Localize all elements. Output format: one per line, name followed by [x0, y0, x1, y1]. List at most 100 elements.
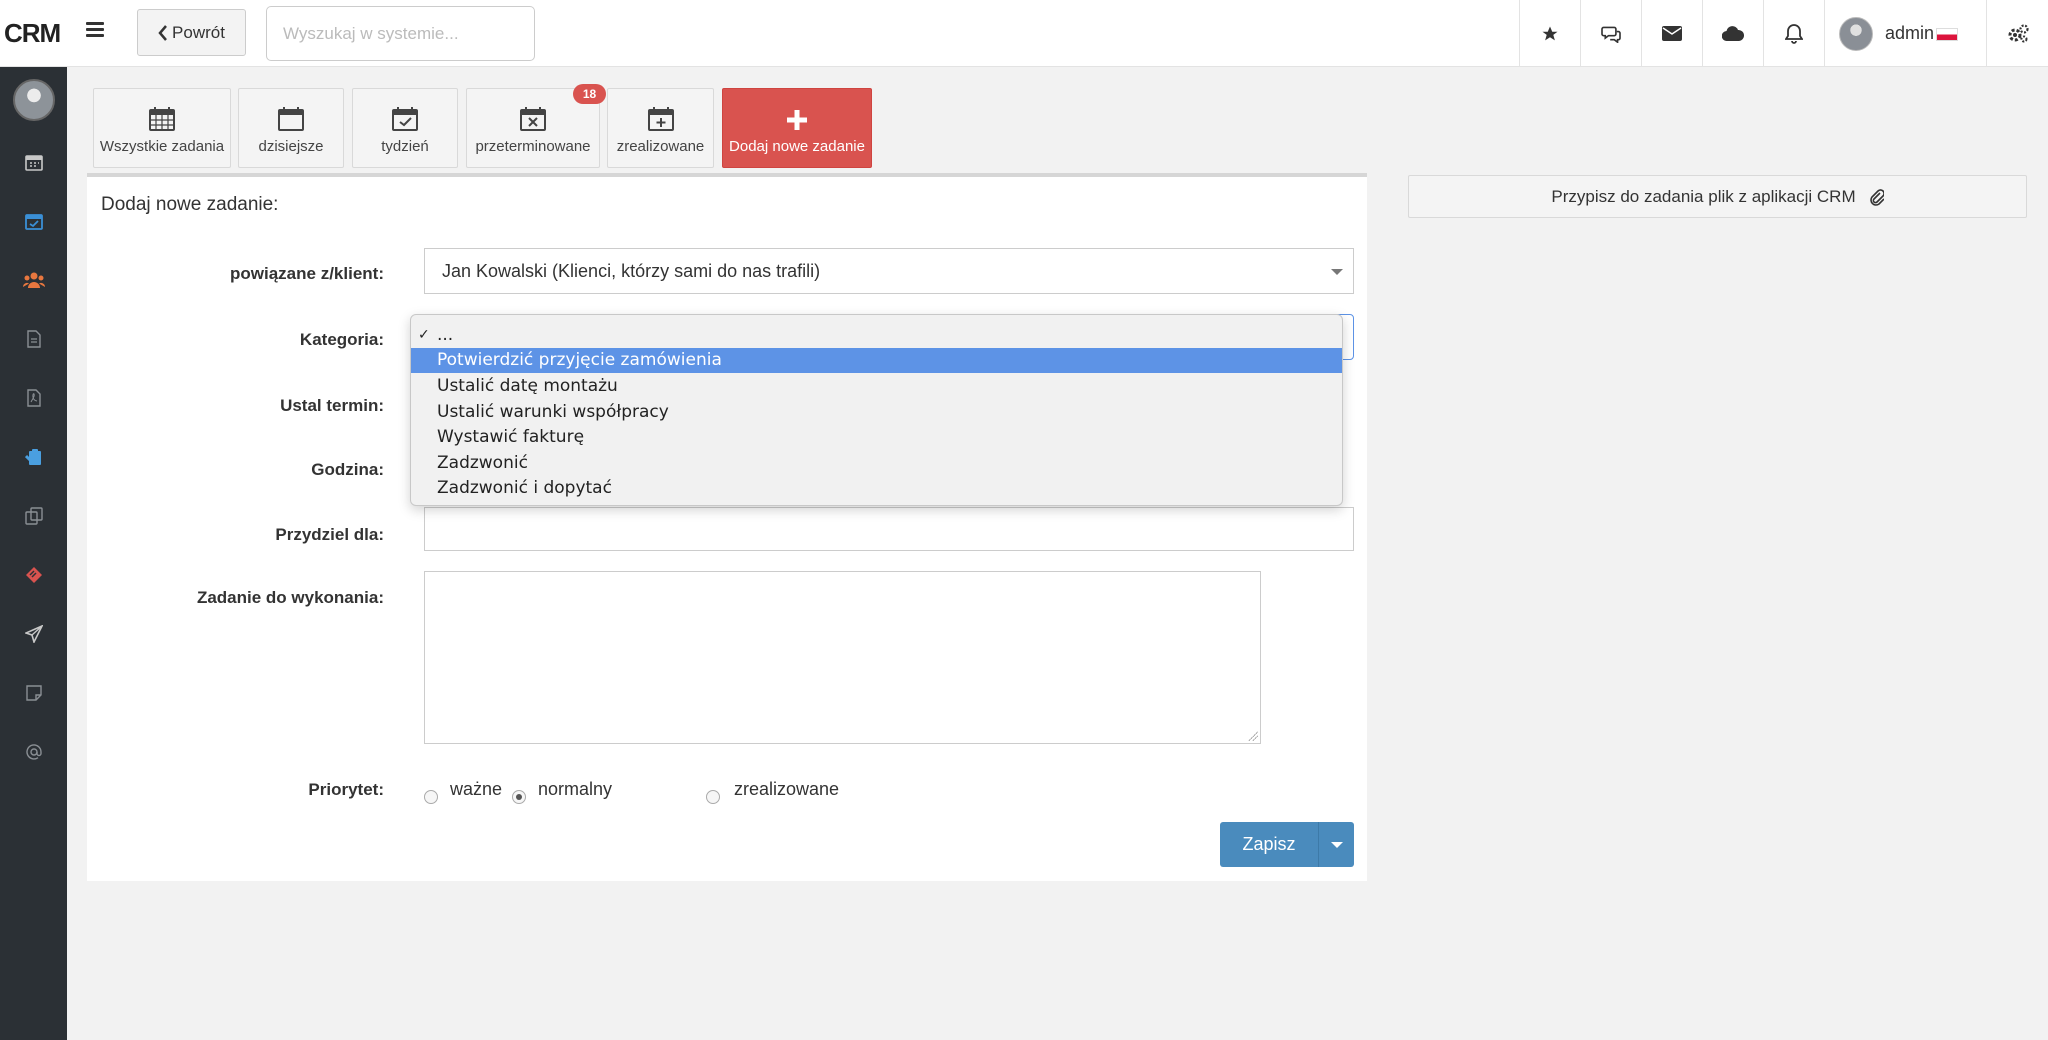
sidebar-item-email[interactable] — [0, 732, 67, 772]
top-icons: admin — [1519, 0, 2048, 67]
clipboard-icon — [24, 449, 41, 465]
avatar — [1839, 16, 1873, 51]
comments-icon — [1601, 26, 1621, 43]
category-option[interactable]: Wystawić fakturę — [411, 424, 1342, 450]
attach-file-label: Przypisz do zadania plik z aplikacji CRM — [1551, 186, 1856, 206]
category-option[interactable]: Ustalić datę montażu — [411, 373, 1342, 399]
assign-input[interactable] — [424, 507, 1354, 551]
messages-button[interactable] — [1580, 0, 1641, 67]
calendar-plus-icon — [647, 107, 674, 131]
notifications-button[interactable] — [1763, 0, 1824, 67]
top-bar: CRM Powrót admin — [0, 0, 2048, 67]
file-pdf-icon — [26, 389, 41, 407]
priority-label: Priorytet: — [308, 780, 384, 799]
attach-file-button[interactable]: Przypisz do zadania plik z aplikacji CRM — [1408, 175, 2027, 218]
mail-button[interactable] — [1641, 0, 1702, 67]
tab-completed[interactable]: zrealizowane — [607, 88, 714, 168]
resize-handle-icon[interactable] — [1248, 731, 1258, 741]
tab-today[interactable]: dzisiejsze — [238, 88, 344, 168]
tab-today-label: dzisiejsze — [258, 138, 324, 155]
sidebar-item-tasks[interactable] — [0, 201, 67, 241]
back-button-label: Powrót — [172, 22, 225, 42]
note-icon — [25, 685, 42, 701]
at-icon — [25, 744, 42, 760]
sidebar-item-documents[interactable] — [0, 319, 67, 359]
save-button[interactable]: Zapisz — [1220, 822, 1319, 867]
task-textarea[interactable] — [424, 571, 1261, 744]
sidebar-item-tickets[interactable] — [0, 555, 67, 595]
save-button-group: Zapisz — [1220, 822, 1354, 867]
calendar-check-icon — [24, 214, 43, 230]
cloud-button[interactable] — [1702, 0, 1763, 67]
cloud-icon — [1722, 26, 1744, 41]
category-option[interactable]: Zadzwonić i dopytać — [411, 476, 1342, 502]
envelope-icon — [1662, 26, 1682, 41]
gears-icon — [2008, 23, 2029, 42]
calendar-grid-icon — [149, 107, 175, 131]
overdue-count-badge: 18 — [573, 84, 606, 104]
back-button[interactable]: Powrót — [137, 9, 246, 56]
tab-week[interactable]: tydzień — [352, 88, 458, 168]
sidebar-item-send[interactable] — [0, 614, 67, 654]
chevron-left-icon — [158, 24, 167, 41]
priority-normal-label: normalny — [538, 779, 613, 799]
client-select[interactable]: Jan Kowalski (Klienci, którzy sami do na… — [424, 248, 1354, 294]
sidebar-item-copy[interactable] — [0, 496, 67, 536]
tab-overdue-label: przeterminowane — [475, 138, 591, 155]
search-input[interactable] — [266, 6, 535, 61]
priority-completed-label: zrealizowane — [734, 779, 840, 799]
priority-important-radio[interactable] — [424, 790, 438, 804]
user-menu[interactable]: admin — [1824, 0, 1987, 67]
time-label: Godzina: — [311, 460, 384, 479]
checkmark-icon: ✓ — [418, 326, 430, 343]
file-icon — [26, 330, 41, 348]
copy-icon — [24, 507, 43, 525]
calendar-icon — [24, 155, 43, 171]
star-icon — [1542, 26, 1558, 40]
priority-important-label: ważne — [450, 779, 503, 799]
add-task-button[interactable]: Dodaj nowe zadanie — [722, 88, 872, 168]
category-option[interactable]: Zadzwonić — [411, 450, 1342, 476]
category-dropdown-menu: ✓... Potwierdzić przyjęcie zamówienia Us… — [410, 314, 1343, 506]
calendar-times-icon — [520, 107, 546, 131]
sidebar-item-clipboard[interactable] — [0, 437, 67, 477]
add-task-label: Dodaj nowe zadanie — [729, 138, 865, 155]
tab-completed-label: zrealizowane — [616, 138, 705, 155]
assign-label: Przydziel dla: — [275, 525, 384, 544]
task-label: Zadanie do wykonania: — [196, 588, 384, 607]
priority-normal-radio[interactable] — [512, 790, 526, 804]
favorites-button[interactable] — [1519, 0, 1580, 67]
user-name: admin — [1885, 23, 1959, 44]
sidebar-avatar[interactable] — [13, 79, 55, 121]
tab-all-tasks[interactable]: Wszystkie zadania — [93, 88, 231, 168]
client-label: powiązane z/klient: — [230, 264, 384, 283]
menu-toggle-icon[interactable] — [86, 22, 104, 38]
deadline-label: Ustal termin: — [280, 396, 384, 415]
client-value: Jan Kowalski (Klienci, którzy sami do na… — [442, 260, 821, 281]
sidebar-item-calendar[interactable] — [0, 142, 67, 182]
sidebar-item-clients[interactable] — [0, 260, 67, 300]
category-label: Kategoria: — [299, 330, 384, 349]
caret-down-icon — [1330, 841, 1343, 848]
sidebar — [0, 67, 67, 1040]
paper-plane-icon — [24, 625, 43, 643]
settings-button[interactable] — [1987, 0, 2048, 67]
plus-icon — [787, 110, 807, 130]
category-option[interactable]: Ustalić warunki współpracy — [411, 399, 1342, 425]
sidebar-item-pdf[interactable] — [0, 378, 67, 418]
calendar-check-icon — [392, 107, 418, 131]
calendar-icon — [278, 107, 304, 131]
brand-logo[interactable]: CRM — [4, 18, 61, 49]
priority-completed-radio[interactable] — [706, 790, 720, 804]
add-task-form: Dodaj nowe zadanie: powiązane z/klient: … — [87, 173, 1367, 881]
category-option[interactable]: ✓... — [411, 322, 1342, 348]
chevron-down-icon — [1331, 269, 1343, 275]
save-options-toggle[interactable] — [1319, 822, 1354, 867]
tab-all-tasks-label: Wszystkie zadania — [99, 138, 225, 155]
ticket-icon — [25, 567, 42, 583]
category-option[interactable]: Potwierdzić przyjęcie zamówienia — [411, 347, 1342, 374]
flag-pl-icon — [1936, 27, 1959, 41]
sidebar-item-notes[interactable] — [0, 673, 67, 713]
paperclip-icon — [1869, 188, 1884, 206]
tab-week-label: tydzień — [381, 138, 429, 155]
